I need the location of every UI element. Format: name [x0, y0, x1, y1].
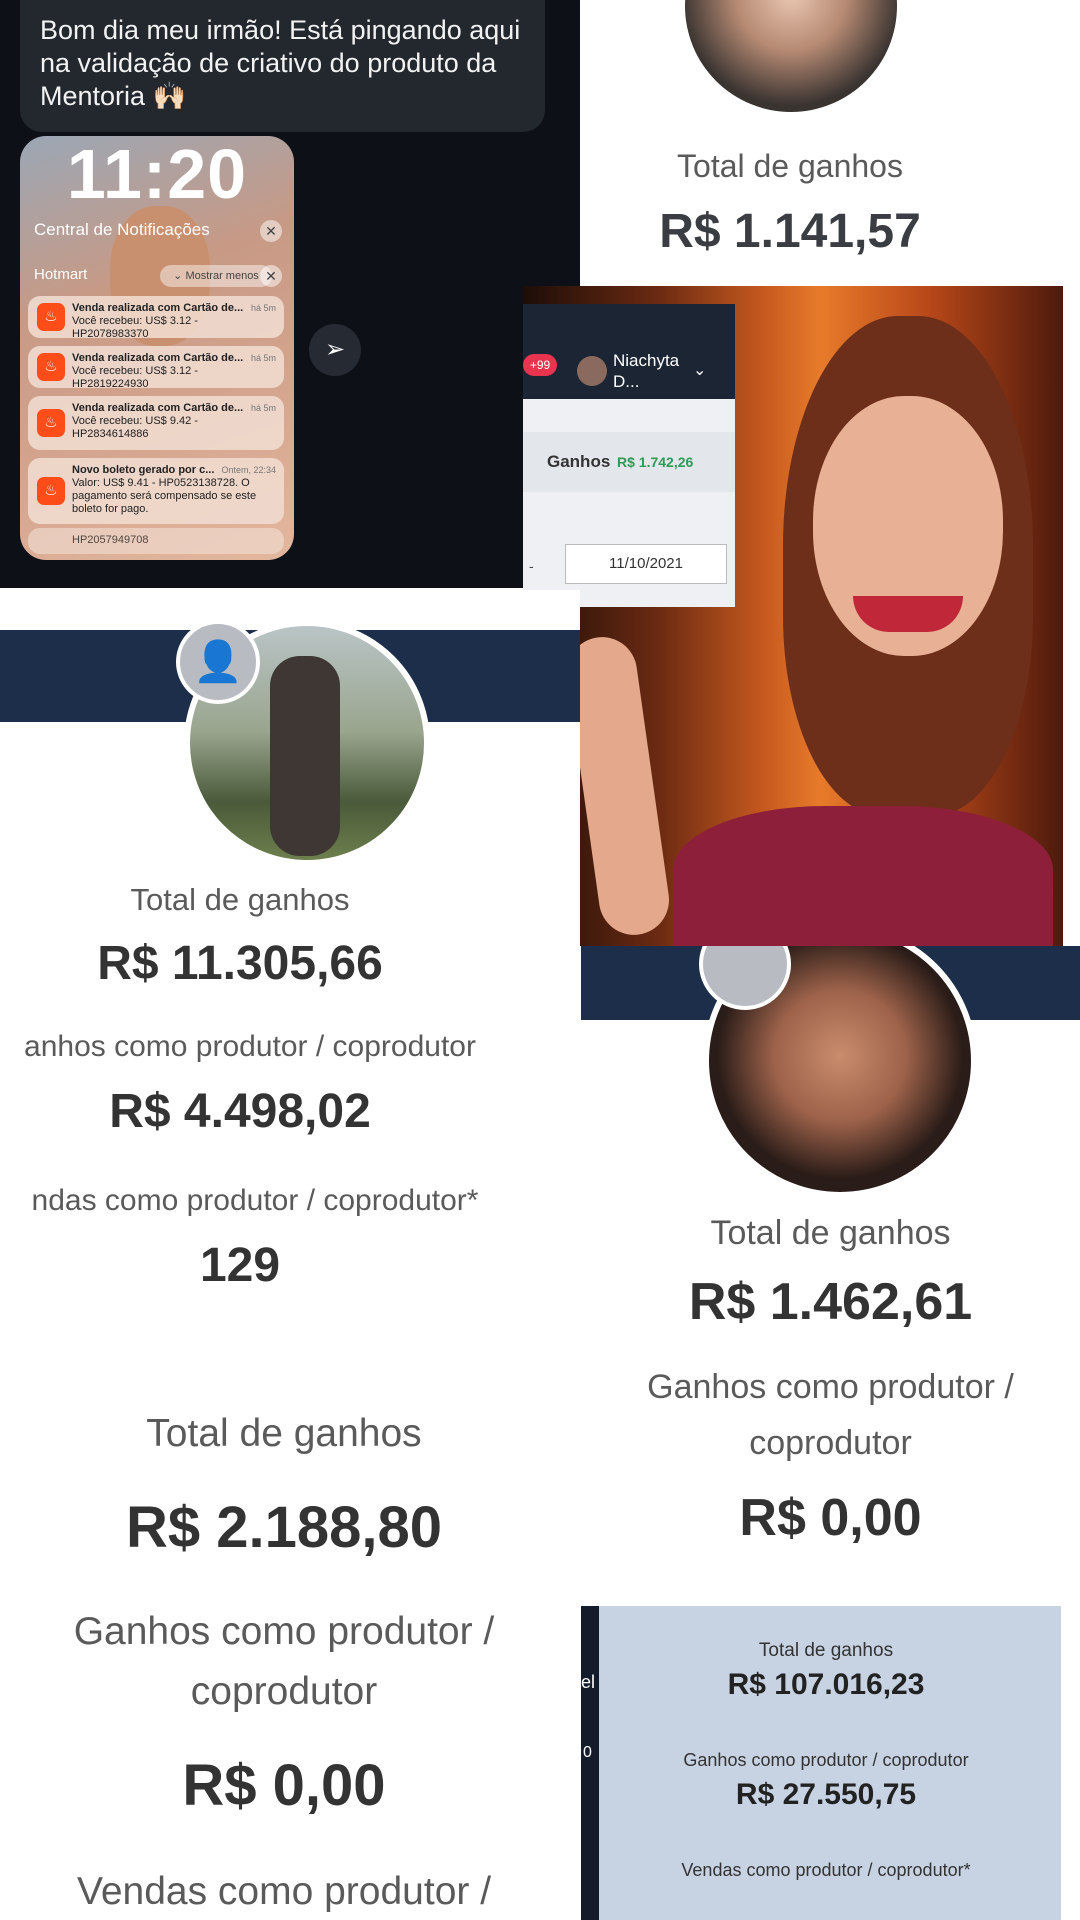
- notification-body: Você recebeu: US$ 9.42 - HP2834614886: [72, 415, 198, 440]
- notification-title: Venda realizada com Cartão de...: [72, 302, 244, 314]
- notification-center-title: Central de Notificações: [34, 220, 210, 239]
- notification-body: Você recebeu: US$ 3.12 - HP2078983370: [72, 315, 198, 340]
- producer-sales-label: ndas como produtor / coprodutor*: [31, 1184, 479, 1217]
- total-earnings-label: Total de ganhos: [710, 1214, 951, 1252]
- notification-title: Venda realizada com Cartão de...: [72, 352, 244, 364]
- total-earnings-label: Total de ganhos: [677, 148, 903, 184]
- producer-earnings-label: Ganhos como produtor /: [73, 1610, 495, 1653]
- notification-item[interactable]: ♨ Venda realizada com Cartão de... há 5m…: [28, 346, 284, 390]
- avatar: [685, 0, 897, 112]
- avatar: [577, 356, 607, 386]
- total-earnings-label: Total de ganhos: [130, 882, 350, 917]
- hotmart-flame-icon: ♨: [37, 353, 65, 381]
- chat-message-bubble: Bom dia meu irmão! Está pingando aqui na…: [20, 0, 545, 132]
- person-figure: [270, 656, 340, 856]
- total-earnings-value: R$ 11.305,66: [97, 937, 383, 990]
- producer-earnings-label-line2: coprodutor: [749, 1424, 912, 1462]
- earnings-value: R$ 1.742,26: [617, 454, 694, 470]
- side-text-2: 0: [583, 1744, 592, 1761]
- dashboard-header: +99 Niachyta D... ⌄: [523, 304, 735, 399]
- producer-earnings-value: R$ 27.550,75: [735, 1778, 917, 1811]
- woman-shirt: [673, 806, 1053, 946]
- chat-screenshot: Bom dia meu irmão! Está pingando aqui na…: [0, 0, 580, 588]
- producer-earnings-label: Ganhos como produtor / coprodutor: [683, 1750, 969, 1770]
- earnings-label: Ganhos: [547, 452, 611, 471]
- lock-time: 11:20: [66, 136, 248, 213]
- producer-earnings-label-line2: coprodutor: [190, 1670, 378, 1713]
- photo-with-dashboard: +99 Niachyta D... ⌄ Ganhos R$ 1.742,26 -…: [523, 286, 1063, 946]
- notification-badge[interactable]: +99: [523, 354, 557, 376]
- hotmart-flame-icon: ♨: [37, 477, 65, 505]
- side-text: el: [581, 1672, 596, 1692]
- notification-time: há 5m: [250, 403, 276, 413]
- chevron-down-icon: ⌄: [173, 270, 186, 282]
- date-input[interactable]: 11/10/2021: [565, 544, 727, 584]
- notification-time: Ontem, 22:34: [221, 465, 276, 475]
- chevron-down-icon[interactable]: ⌄: [693, 360, 706, 380]
- producer-earnings-label: Ganhos como produtor /: [647, 1368, 1014, 1406]
- producer-sales-label: Vendas como produtor /: [76, 1870, 492, 1913]
- notification-time: há 5m: [250, 353, 276, 363]
- earnings-card-g: el 0 Total de ganhos R$ 107.016,23 Ganho…: [581, 1606, 1061, 1920]
- date-separator: -: [529, 558, 534, 574]
- close-icon[interactable]: ✕: [260, 265, 282, 287]
- notification-body: Você recebeu: US$ 3.12 - HP2819224930: [72, 365, 198, 390]
- earnings-card-f: Total de ganhos R$ 2.188,80 Ganhos como …: [0, 1380, 580, 1920]
- total-earnings-value: R$ 1.462,61: [688, 1273, 973, 1331]
- producer-earnings-value: R$ 0,00: [182, 1753, 386, 1818]
- producer-earnings-label: anhos como produtor / coprodutor: [24, 1030, 476, 1063]
- total-earnings-value: R$ 1.141,57: [659, 205, 921, 258]
- producer-earnings-value: R$ 0,00: [739, 1489, 922, 1547]
- hotmart-flame-icon: ♨: [37, 303, 65, 331]
- notification-item[interactable]: ♨ Novo boleto gerado por c... Ontem, 22:…: [28, 458, 284, 524]
- notification-body: HP2057949708: [72, 534, 149, 546]
- earnings-row: Ganhos R$ 1.742,26: [523, 432, 735, 492]
- notification-body: Valor: US$ 9.41 - HP0523138728. O pagame…: [72, 477, 257, 515]
- notification-item[interactable]: ♨ Venda realizada com Cartão de... há 5m…: [28, 296, 284, 340]
- total-earnings-value: R$ 2.188,80: [125, 1495, 443, 1560]
- earnings-card-d: 👤 Total de ganhos R$ 11.305,66 anhos com…: [0, 590, 580, 1380]
- close-icon[interactable]: ✕: [260, 220, 282, 242]
- show-less-button[interactable]: ⌄ Mostrar menos: [160, 265, 272, 287]
- total-earnings-label: Total de ganhos: [146, 1412, 422, 1455]
- notification-title: Venda realizada com Cartão de...: [72, 402, 244, 414]
- notification-item[interactable]: ♨ Venda realizada com Cartão de... há 5m…: [28, 396, 284, 450]
- user-placeholder-icon: 👤: [176, 620, 260, 704]
- show-less-label: Mostrar menos: [185, 270, 259, 282]
- dashboard-screen: +99 Niachyta D... ⌄ Ganhos R$ 1.742,26 -…: [523, 304, 735, 607]
- earnings-card-e: Total de ganhos R$ 1.462,61 Ganhos como …: [581, 946, 1080, 1606]
- notification-time: há 5m: [250, 303, 276, 313]
- notification-stacked[interactable]: HP2057949708: [28, 528, 284, 554]
- screen-edge: [581, 1606, 599, 1920]
- total-earnings-label: Total de ganhos: [758, 1640, 894, 1661]
- producer-sales-label: Vendas como produtor / coprodutor*: [681, 1860, 971, 1880]
- producer-sales-value: 129: [199, 1239, 281, 1292]
- send-icon[interactable]: ➢: [309, 324, 361, 376]
- producer-earnings-value: R$ 4.498,02: [109, 1085, 371, 1138]
- app-group-label: Hotmart: [34, 266, 88, 283]
- user-name[interactable]: Niachyta D...: [613, 350, 693, 392]
- hotmart-flame-icon: ♨: [37, 409, 65, 437]
- total-earnings-value: R$ 107.016,23: [727, 1668, 925, 1701]
- lockscreen-image: 11:20 Central de Notificações ✕ Hotmart …: [20, 136, 294, 560]
- earnings-card-b: Total de ganhos R$ 1.141,57: [581, 0, 1080, 288]
